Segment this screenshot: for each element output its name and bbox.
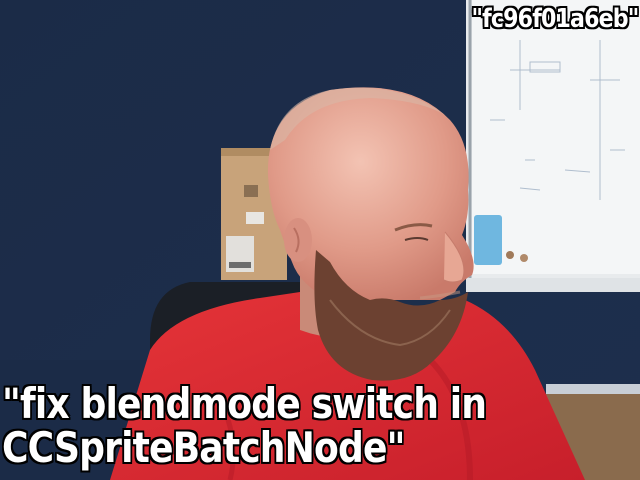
whiteboard [466, 0, 640, 292]
commit-message-line-2: CCSpriteBatchNode" [1, 423, 406, 472]
commit-message-line-1: "fix blendmode switch in [1, 379, 488, 428]
person-head [267, 87, 474, 300]
commit-hash-overlay: "fc96f01a6eb" [470, 3, 639, 35]
webcam-frame: "fc96f01a6eb" "fix blendmode switch in C… [0, 0, 640, 480]
